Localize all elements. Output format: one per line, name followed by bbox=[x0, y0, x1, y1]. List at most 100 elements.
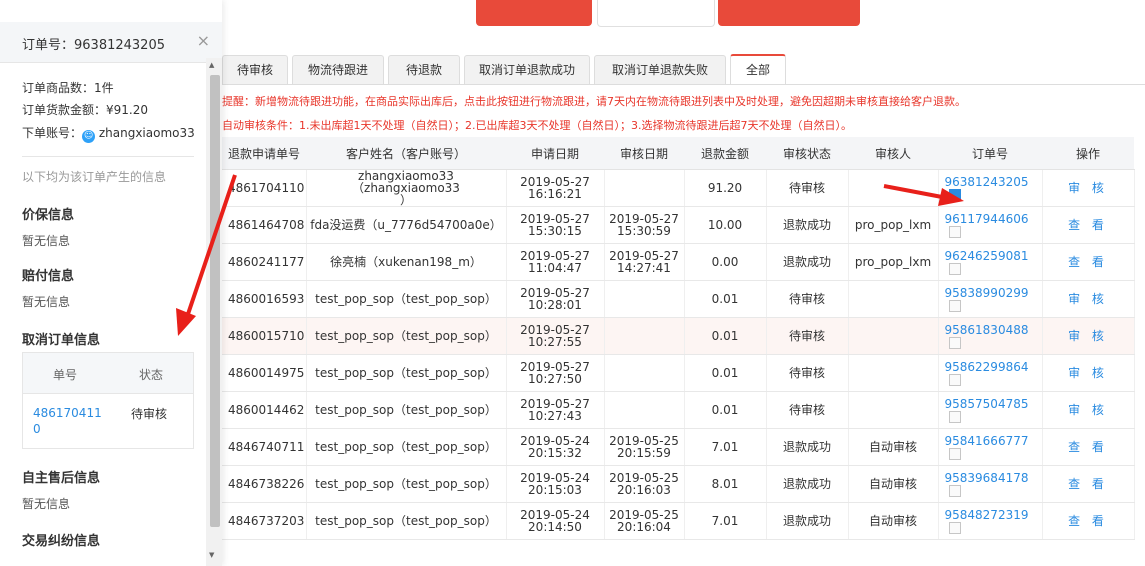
order-detail-icon[interactable] bbox=[948, 225, 961, 238]
price-protect-title: 价保信息 bbox=[22, 208, 75, 223]
cell-status: 退款成功 bbox=[766, 206, 849, 244]
row-action-button[interactable]: 审 核 bbox=[1068, 292, 1108, 306]
tab-logistics-followup[interactable]: 物流待跟进 bbox=[292, 55, 384, 84]
cell-action: 查 看 bbox=[1042, 206, 1135, 244]
scroll-down-icon[interactable]: ▼ bbox=[209, 551, 214, 559]
order-detail-icon[interactable] bbox=[948, 410, 961, 423]
cell-customer: test_pop_sop（test_pop_sop） bbox=[306, 354, 507, 392]
scroll-up-icon[interactable]: ▲ bbox=[209, 61, 214, 69]
cell-customer: fda没运费（u_7776d54700a0e） bbox=[306, 206, 507, 244]
top-action-button-3[interactable] bbox=[718, 0, 860, 26]
tab-pending-review[interactable]: 待审核 bbox=[222, 55, 288, 84]
reviewer: pro_pop_lxm bbox=[854, 255, 932, 269]
order-detail-icon[interactable] bbox=[948, 484, 961, 497]
order-link[interactable]: 95861830488 bbox=[939, 324, 1042, 336]
refund-id: 4860015710 bbox=[228, 329, 305, 343]
order-link[interactable]: 95839684178 bbox=[939, 472, 1042, 484]
order-link[interactable]: 95862299864 bbox=[939, 361, 1042, 373]
review-time: 20:15:59 bbox=[617, 446, 671, 460]
order-link[interactable]: 96246259081 bbox=[939, 250, 1042, 262]
table-row: 4860241177 徐亮楠（xukenan198_m） 2019-05-27 11:… bbox=[222, 243, 1135, 281]
tab-pending-refund[interactable]: 待退款 bbox=[388, 55, 460, 84]
row-action-button[interactable]: 审 核 bbox=[1068, 403, 1108, 417]
goods-count: 订单商品数：1件 bbox=[22, 81, 114, 95]
review-status: 退款成功 bbox=[782, 477, 831, 491]
cell-review-date: 2019-05-27 14:27:41 bbox=[604, 243, 685, 281]
cell-status: 待审核 bbox=[766, 391, 849, 429]
drawer-scroll-thumb[interactable] bbox=[210, 75, 220, 527]
cell-action: 审 核 bbox=[1042, 280, 1135, 318]
row-action-button[interactable]: 查 看 bbox=[1068, 477, 1108, 491]
refund-id: 4860016593 bbox=[228, 292, 305, 306]
row-action-button[interactable]: 查 看 bbox=[1068, 440, 1108, 454]
cell-action: 查 看 bbox=[1042, 428, 1135, 466]
order-detail-icon[interactable] bbox=[948, 336, 961, 349]
order-link[interactable]: 96117944606 bbox=[939, 213, 1042, 225]
order-link[interactable]: 96381243205 bbox=[939, 176, 1042, 188]
order-detail-icon[interactable] bbox=[948, 521, 961, 534]
row-action-button[interactable]: 查 看 bbox=[1068, 255, 1108, 269]
row-action-button[interactable]: 审 核 bbox=[1068, 181, 1108, 195]
account-name[interactable]: zhangxiaomo33 bbox=[99, 126, 195, 140]
cancel-order-no-line1[interactable]: 486170411 bbox=[33, 405, 102, 421]
order-link[interactable]: 95838990299 bbox=[939, 287, 1042, 299]
order-detail-icon[interactable] bbox=[948, 262, 961, 275]
row-action-button[interactable]: 审 核 bbox=[1068, 366, 1108, 380]
cell-customer: test_pop_sop（test_pop_sop） bbox=[306, 317, 507, 355]
cell-order: 96381243205 bbox=[938, 169, 1043, 207]
cell-amount: 0.01 bbox=[684, 354, 767, 392]
order-detail-icon[interactable] bbox=[948, 447, 961, 460]
tab-cancel-refund-success[interactable]: 取消订单退款成功 bbox=[464, 55, 590, 84]
cell-amount: 7.01 bbox=[684, 502, 767, 540]
cell-refund-id: 4860016593 bbox=[222, 280, 307, 318]
customer-name: test_pop_sop（test_pop_sop） bbox=[315, 292, 497, 306]
table-row: 4846737203 test_pop_sop（test_pop_sop） 2019… bbox=[222, 502, 1135, 540]
row-action-button[interactable]: 查 看 bbox=[1068, 218, 1108, 232]
customer-name: test_pop_sop（test_pop_sop） bbox=[315, 329, 497, 343]
col-amount: 退款金额 bbox=[684, 137, 766, 170]
order-detail-icon[interactable] bbox=[948, 188, 961, 201]
cell-status: 退款成功 bbox=[766, 465, 849, 503]
col-customer: 客户姓名（客户账号） bbox=[306, 137, 506, 170]
order-detail-icon[interactable] bbox=[948, 299, 961, 312]
cell-apply-date: 2019-05-27 16:16:21 bbox=[506, 169, 605, 207]
close-icon[interactable]: × bbox=[197, 31, 210, 50]
order-link[interactable]: 95841666777 bbox=[939, 435, 1042, 447]
cell-refund-id: 4846740711 bbox=[222, 428, 307, 466]
drawer-title: 订单号：96381243205 bbox=[22, 38, 165, 53]
cell-customer: test_pop_sop（test_pop_sop） bbox=[306, 428, 507, 466]
compensation-empty: 暂无信息 bbox=[22, 295, 71, 309]
cell-apply-date: 2019-05-27 15:30:15 bbox=[506, 206, 605, 244]
tab-all[interactable]: 全部 bbox=[730, 54, 786, 85]
refund-table: 退款申请单号 客户姓名（客户账号） 申请日期 审核日期 退款金额 审核状态 审核… bbox=[222, 137, 1135, 540]
table-row: 4860014462 test_pop_sop（test_pop_sop） 2019… bbox=[222, 391, 1135, 429]
order-link[interactable]: 95857504785 bbox=[939, 398, 1042, 410]
row-action-button[interactable]: 查 看 bbox=[1068, 514, 1108, 528]
cell-amount: 0.01 bbox=[684, 280, 767, 318]
dispute-title: 交易纠纷信息 bbox=[22, 534, 101, 549]
cell-action: 查 看 bbox=[1042, 502, 1135, 540]
order-account: 下单账号： ☺ zhangxiaomo33 bbox=[22, 124, 195, 143]
cell-action: 审 核 bbox=[1042, 169, 1135, 207]
refund-amount: 10.00 bbox=[707, 218, 743, 232]
account-label: 下单账号： bbox=[22, 126, 83, 140]
cancel-col-status: 状态 bbox=[139, 368, 164, 382]
refund-id: 4860014975 bbox=[228, 366, 305, 380]
review-status: 待审核 bbox=[788, 329, 825, 343]
order-detail-icon[interactable] bbox=[948, 373, 961, 386]
top-action-button-2[interactable] bbox=[597, 0, 715, 27]
cell-status: 待审核 bbox=[766, 169, 849, 207]
row-action-button[interactable]: 审 核 bbox=[1068, 329, 1108, 343]
cancel-order-no-line2[interactable]: 0 bbox=[33, 421, 102, 437]
notice-logistics: 提醒：新增物流待跟进功能，在商品实际出库后，点击此按钮进行物流跟进，请7天内在物… bbox=[222, 95, 966, 108]
chat-icon[interactable]: ☺ bbox=[82, 130, 96, 143]
apply-time: 10:27:55 bbox=[528, 335, 582, 349]
cell-customer: zhangxiaomo33（zhangxiaomo33） bbox=[306, 169, 507, 207]
cancel-order-link[interactable]: 486170411 0 bbox=[33, 405, 102, 437]
top-action-button-1[interactable] bbox=[476, 0, 592, 26]
order-link[interactable]: 95848272319 bbox=[939, 509, 1042, 521]
cell-apply-date: 2019-05-24 20:14:50 bbox=[506, 502, 605, 540]
customer-name: test_pop_sop（test_pop_sop） bbox=[315, 477, 497, 491]
tab-cancel-refund-failed[interactable]: 取消订单退款失败 bbox=[594, 55, 726, 84]
cell-amount: 0.00 bbox=[684, 243, 767, 281]
